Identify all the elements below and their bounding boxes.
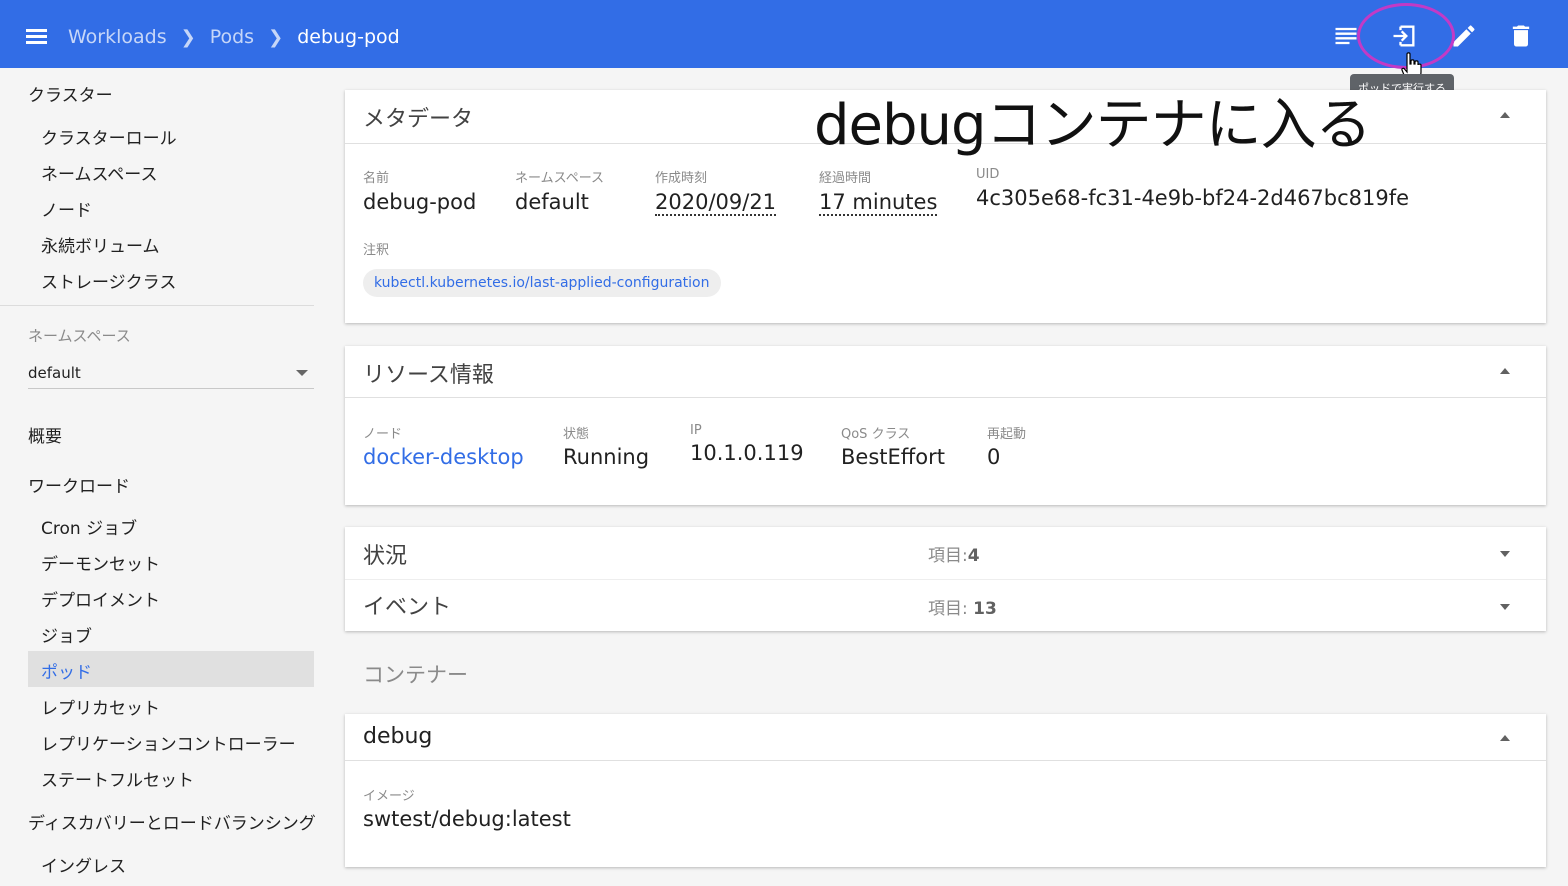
sidebar-item-statefulsets[interactable]: ステートフルセット bbox=[41, 766, 194, 791]
sidebar-item-storage-classes[interactable]: ストレージクラス bbox=[41, 268, 176, 293]
sidebar-item-nodes[interactable]: ノード bbox=[41, 196, 92, 221]
collapse-icon[interactable] bbox=[1500, 368, 1510, 374]
created-label: 作成時刻 bbox=[655, 171, 708, 186]
breadcrumb-current: debug-pod bbox=[297, 26, 400, 48]
delete-icon[interactable] bbox=[1507, 22, 1535, 50]
conditions-title[interactable]: 状況 bbox=[363, 538, 407, 570]
sidebar-item-cluster[interactable]: クラスター bbox=[28, 81, 113, 106]
status-label: 状態 bbox=[563, 427, 590, 442]
sidebar-item-pods[interactable]: ポッド bbox=[41, 658, 92, 683]
created-value: 2020/09/21 bbox=[655, 190, 777, 216]
sidebar-item-daemonsets[interactable]: デーモンセット bbox=[41, 550, 160, 575]
sidebar-item-replication-controllers[interactable]: レプリケーションコントローラー bbox=[41, 730, 296, 755]
sidebar-item-persistent-volumes[interactable]: 永続ボリューム bbox=[41, 232, 160, 257]
logs-icon[interactable] bbox=[1332, 22, 1360, 50]
breadcrumb-workloads[interactable]: Workloads bbox=[68, 26, 167, 48]
edit-icon[interactable] bbox=[1450, 22, 1478, 50]
status-value: Running bbox=[563, 445, 650, 469]
sidebar-item-overview[interactable]: 概要 bbox=[28, 422, 62, 447]
node-label: ノード bbox=[363, 427, 403, 442]
restarts-label: 再起動 bbox=[987, 427, 1027, 442]
top-bar: Workloads ❯ Pods ❯ debug-pod bbox=[0, 0, 1568, 68]
name-label: 名前 bbox=[363, 171, 390, 186]
age-value: 17 minutes bbox=[819, 190, 938, 216]
breadcrumb-pods[interactable]: Pods bbox=[210, 26, 254, 48]
uid-value: 4c305e68-fc31-4e9b-bf24-2d467bc819fe bbox=[976, 186, 1410, 210]
conditions-count: 項目:4 bbox=[928, 546, 980, 566]
card-divider bbox=[345, 397, 1546, 398]
expand-icon[interactable] bbox=[1500, 604, 1510, 610]
sidebar-item-deployments[interactable]: デプロイメント bbox=[41, 586, 160, 611]
annotation-chip[interactable]: kubectl.kubernetes.io/last-applied-confi… bbox=[363, 269, 721, 297]
containers-heading: コンテナー bbox=[363, 663, 468, 687]
metadata-title: メタデータ bbox=[363, 107, 474, 132]
events-title[interactable]: イベント bbox=[363, 589, 451, 621]
sidebar-item-workloads[interactable]: ワークロード bbox=[28, 472, 130, 497]
container-name: debug bbox=[363, 724, 433, 749]
container-card: debug イメージ swtest/debug:latest bbox=[345, 714, 1546, 867]
uid-label: UID bbox=[976, 167, 1000, 182]
dropdown-arrow-icon bbox=[296, 370, 308, 376]
card-divider bbox=[345, 760, 1546, 761]
restarts-value: 0 bbox=[987, 445, 1001, 469]
menu-icon[interactable] bbox=[22, 22, 52, 52]
annotation-overlay-text: debugコンテナに入る bbox=[814, 93, 1372, 158]
sidebar-item-cronjobs[interactable]: Cron ジョブ bbox=[41, 514, 137, 539]
sidebar-item-jobs[interactable]: ジョブ bbox=[41, 622, 92, 647]
sidebar-item-replicasets[interactable]: レプリカセット bbox=[41, 694, 160, 719]
sidebar-item-ingresses[interactable]: イングレス bbox=[41, 852, 126, 877]
ip-label: IP bbox=[690, 423, 702, 438]
qos-value: BestEffort bbox=[841, 445, 945, 469]
qos-label: QoS クラス bbox=[841, 427, 911, 442]
namespace-field-label: ネームスペース bbox=[515, 171, 605, 186]
resource-title: リソース情報 bbox=[363, 363, 494, 388]
node-link[interactable]: docker-desktop bbox=[363, 445, 524, 469]
conditions-events-card: 状況 項目:4 イベント 項目: 13 bbox=[345, 527, 1546, 631]
sidebar-item-discovery[interactable]: ディスカバリーとロードバランシング bbox=[28, 809, 316, 834]
breadcrumb: Workloads ❯ Pods ❯ debug-pod bbox=[68, 22, 400, 52]
image-label: イメージ bbox=[363, 789, 415, 804]
chevron-right-icon: ❯ bbox=[268, 26, 284, 48]
namespace-label: ネームスペース bbox=[28, 327, 131, 345]
sidebar-item-clusterroles[interactable]: クラスターロール bbox=[41, 124, 177, 149]
events-count: 項目: 13 bbox=[928, 599, 997, 619]
age-label: 経過時間 bbox=[819, 171, 872, 186]
ip-value: 10.1.0.119 bbox=[690, 441, 804, 465]
namespace-field-value: default bbox=[515, 190, 589, 214]
name-value: debug-pod bbox=[363, 190, 477, 214]
card-divider bbox=[345, 579, 1546, 580]
sidebar: クラスター クラスターロール ネームスペース ノード 永続ボリューム ストレージ… bbox=[0, 68, 330, 886]
annotations-label: 注釈 bbox=[363, 243, 390, 258]
collapse-icon[interactable] bbox=[1500, 112, 1510, 118]
chevron-right-icon: ❯ bbox=[180, 26, 196, 48]
namespace-select[interactable]: default bbox=[28, 356, 314, 389]
namespace-value: default bbox=[28, 364, 81, 382]
sidebar-divider bbox=[0, 305, 314, 306]
image-value: swtest/debug:latest bbox=[363, 807, 571, 831]
expand-icon[interactable] bbox=[1500, 551, 1510, 557]
exec-icon[interactable] bbox=[1390, 22, 1418, 50]
collapse-icon[interactable] bbox=[1500, 735, 1510, 741]
resource-card: リソース情報 ノード docker-desktop 状態 Running IP … bbox=[345, 346, 1546, 505]
sidebar-item-namespaces[interactable]: ネームスペース bbox=[41, 160, 157, 185]
